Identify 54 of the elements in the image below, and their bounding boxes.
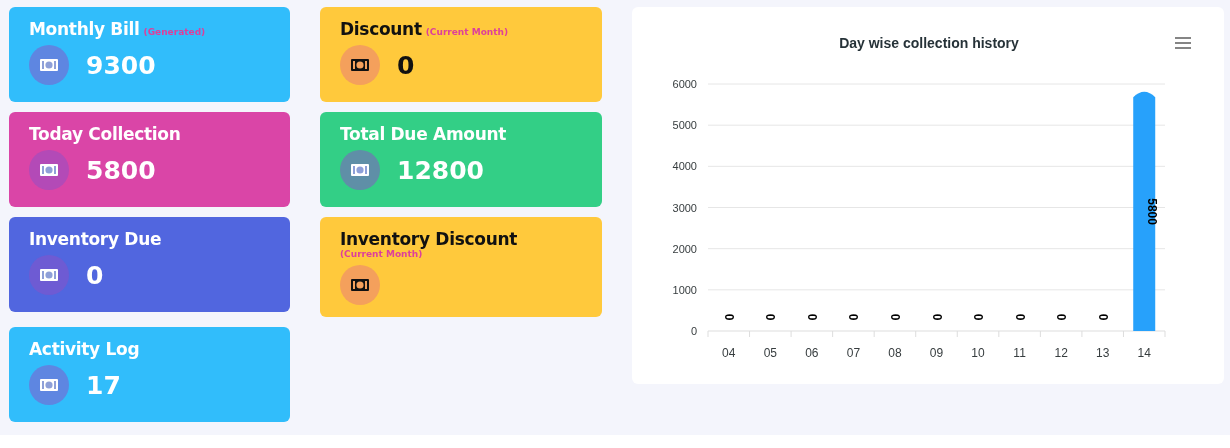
x-tick-label: 14 — [1137, 346, 1151, 360]
x-tick-label: 12 — [1054, 346, 1068, 360]
banknote-icon — [29, 45, 69, 85]
x-tick-label: 13 — [1096, 346, 1110, 360]
card-title: Discount — [340, 19, 422, 39]
card-subtitle: (Current Month) — [340, 249, 423, 259]
banknote-icon — [29, 365, 69, 405]
y-tick-label: 6000 — [672, 78, 697, 90]
x-tick-label: 11 — [1013, 346, 1026, 360]
data-label: 5800 — [1145, 198, 1160, 225]
card-title: Inventory Due — [29, 229, 162, 249]
card-value: 0 — [86, 260, 104, 290]
banknote-icon — [29, 150, 69, 190]
data-label: 0 — [846, 313, 861, 321]
data-label: 0 — [721, 313, 736, 321]
chart-title: Day wise collection history — [839, 35, 1019, 51]
card-title: Monthly Bill — [29, 19, 140, 39]
menu-icon[interactable] — [1174, 37, 1192, 49]
y-tick-label: 4000 — [672, 160, 697, 173]
x-tick-label: 08 — [888, 346, 902, 360]
data-label: 0 — [887, 313, 902, 321]
card-title: Total Due Amount — [340, 124, 507, 144]
data-label: 0 — [804, 313, 819, 321]
y-tick-label: 3000 — [672, 201, 697, 214]
x-tick-label: 10 — [971, 346, 985, 360]
banknote-icon — [340, 45, 380, 85]
x-tick-label: 09 — [929, 346, 944, 360]
card-title: Today Collection — [29, 124, 181, 144]
x-tick-label: 06 — [805, 346, 819, 360]
data-label: 0 — [971, 313, 986, 321]
y-tick-label: 0 — [690, 325, 697, 337]
card-subtitle: (Current Month) — [425, 27, 509, 37]
data-label: 0 — [1054, 313, 1069, 321]
card-subtitle: (Generated) — [143, 27, 206, 37]
y-tick-label: 1000 — [672, 283, 697, 296]
x-tick-label: 05 — [763, 346, 777, 360]
data-label: 0 — [1095, 313, 1110, 321]
card-value: 5800 — [86, 155, 156, 185]
banknote-icon — [340, 150, 380, 190]
data-label: 0 — [929, 313, 944, 321]
data-label: 0 — [763, 313, 778, 321]
banknote-icon — [29, 255, 69, 295]
card-value: 17 — [86, 370, 121, 400]
card-title: Inventory Discount — [340, 229, 518, 249]
y-tick-label: 5000 — [672, 119, 697, 132]
card-value: 0 — [397, 50, 415, 80]
x-tick-label: 07 — [846, 346, 861, 360]
data-label: 0 — [1012, 313, 1027, 321]
x-tick-label: 04 — [722, 346, 736, 360]
card-title: Activity Log — [29, 339, 140, 359]
card-value: 9300 — [86, 50, 156, 80]
card-value: 12800 — [397, 155, 484, 185]
banknote-icon — [340, 265, 380, 305]
y-tick-label: 2000 — [672, 242, 697, 255]
